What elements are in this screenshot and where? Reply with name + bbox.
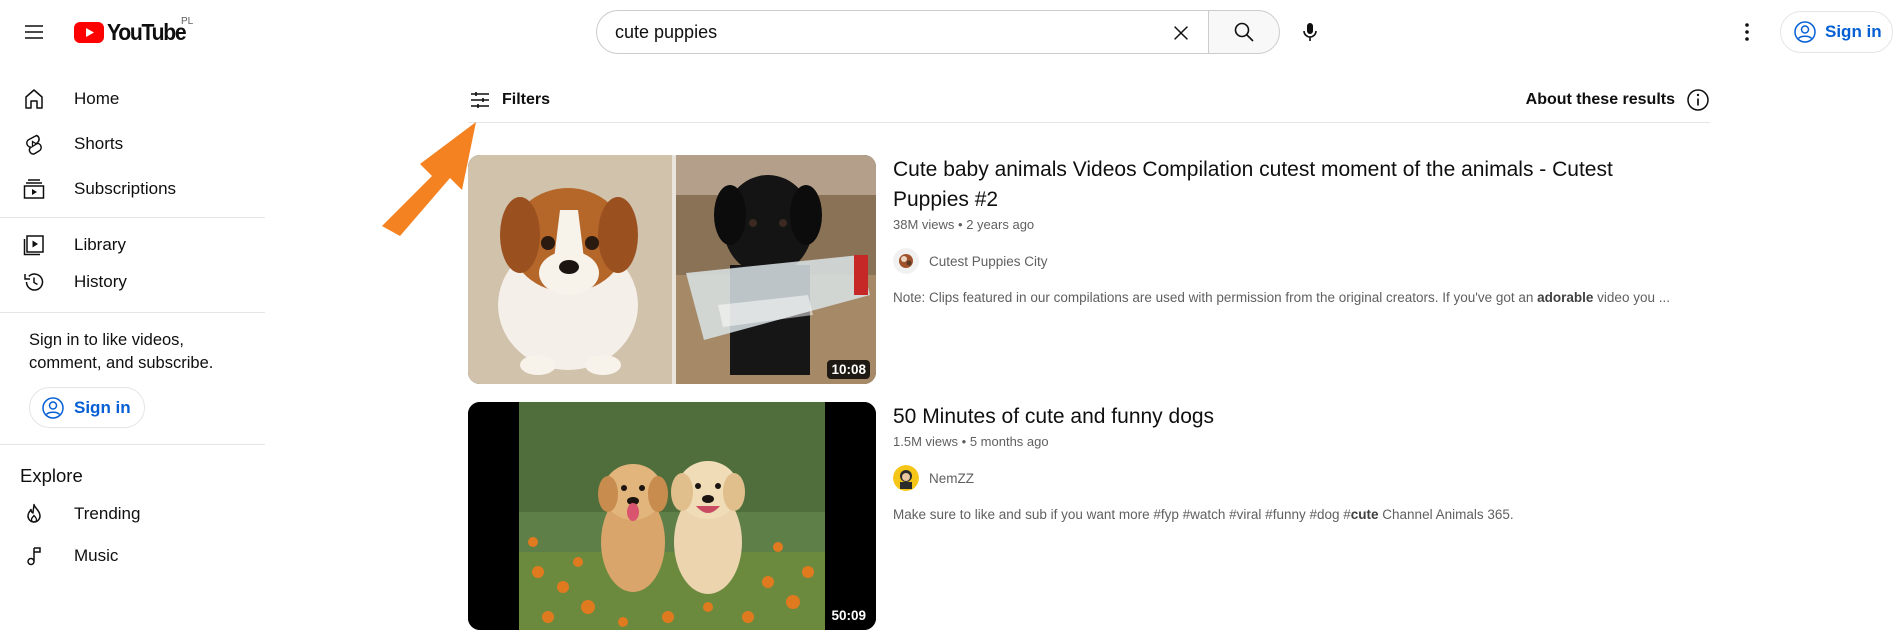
sidebar-item-trending[interactable]: Trending — [0, 491, 265, 536]
dot-separator: • — [958, 217, 967, 232]
history-icon — [20, 268, 48, 296]
published-time: 2 years ago — [966, 217, 1035, 232]
search-header: Filters About these results — [468, 80, 1710, 123]
dot-separator: • — [961, 434, 970, 449]
signin-prompt-text: Sign in to like videos, comment, and sub… — [29, 331, 214, 372]
video-title[interactable]: Cute baby animals Videos Compilation cut… — [893, 155, 1693, 215]
youtube-play-icon — [74, 21, 104, 43]
view-count: 38M views — [893, 217, 955, 232]
video-meta: 50 Minutes of cute and funny dogs 1.5M v… — [893, 402, 1693, 522]
video-duration: 10:08 — [827, 360, 870, 379]
description-text: video you ... — [1593, 290, 1670, 305]
subscriptions-icon — [20, 175, 48, 203]
voice-search-button[interactable] — [1290, 12, 1330, 52]
sidebar-item-label: History — [74, 271, 127, 291]
sidebar-item-library[interactable]: Library — [0, 226, 265, 263]
search-input[interactable] — [615, 21, 1135, 43]
sidebar-sign-in-button[interactable]: Sign in — [29, 387, 145, 428]
guide-menu-button[interactable] — [14, 12, 54, 52]
sidebar-item-label: Trending — [74, 503, 141, 523]
channel-link[interactable]: Cutest Puppies City — [893, 244, 1693, 278]
video-title[interactable]: 50 Minutes of cute and funny dogs — [893, 402, 1693, 432]
search-icon — [1234, 22, 1254, 42]
video-description: Note: Clips featured in our compilations… — [893, 290, 1693, 305]
close-icon — [1174, 26, 1188, 40]
more-vertical-icon — [1745, 23, 1749, 41]
logo-text: YouTube — [107, 18, 187, 45]
channel-avatar — [893, 248, 919, 274]
sidebar-item-music[interactable]: Music — [0, 536, 265, 576]
youtube-logo[interactable]: YouTube — [74, 18, 192, 46]
video-thumbnail[interactable]: 10:08 — [468, 155, 876, 384]
country-code: PL — [181, 16, 194, 27]
library-icon — [20, 231, 48, 259]
clear-search-button[interactable] — [1163, 15, 1199, 51]
about-results-label: About these results — [1525, 91, 1675, 108]
info-icon — [1687, 89, 1709, 111]
trending-icon — [20, 500, 48, 528]
settings-menu-button[interactable] — [1727, 12, 1767, 52]
about-results-button[interactable]: About these results — [1526, 88, 1710, 112]
video-description: Make sure to like and sub if you want mo… — [893, 507, 1693, 522]
thumbnail-image — [468, 155, 876, 384]
published-time: 5 months ago — [969, 434, 1049, 449]
account-circle-icon — [1794, 21, 1816, 43]
shorts-icon — [20, 130, 48, 158]
sidebar: Home Shorts Subscriptions Library Histor… — [0, 64, 265, 576]
sidebar-item-subscriptions[interactable]: Subscriptions — [0, 166, 265, 211]
filters-label: Filters — [502, 91, 551, 108]
channel-name: Cutest Puppies City — [929, 253, 1048, 269]
description-highlight: cute — [1350, 507, 1379, 522]
channel-name: NemZZ — [929, 470, 974, 486]
description-text: Note: Clips featured in our compilations… — [893, 290, 1538, 305]
masthead: YouTube PL Sign in — [0, 0, 1897, 64]
filters-button[interactable]: Filters — [468, 88, 550, 112]
sidebar-item-history[interactable]: History — [0, 263, 265, 300]
sidebar-item-label: Music — [74, 546, 119, 565]
video-meta: Cute baby animals Videos Compilation cut… — [893, 155, 1693, 305]
search-box — [596, 10, 1209, 54]
sidebar-item-shorts[interactable]: Shorts — [0, 121, 265, 166]
video-thumbnail[interactable]: 50:09 — [468, 402, 876, 630]
sidebar-item-label: Home — [74, 88, 120, 108]
sign-in-button[interactable]: Sign in — [1780, 11, 1893, 53]
filter-sliders-icon — [471, 92, 489, 108]
sign-in-label: Sign in — [1825, 22, 1882, 41]
sign-in-label: Sign in — [74, 397, 131, 417]
video-duration: 50:09 — [827, 606, 870, 625]
sidebar-item-home[interactable]: Home — [0, 76, 265, 121]
view-count: 1.5M views — [893, 434, 959, 449]
hamburger-icon — [25, 25, 43, 39]
music-icon — [20, 542, 48, 570]
account-circle-icon — [42, 396, 64, 419]
thumbnail-image — [468, 402, 876, 630]
sidebar-item-label: Subscriptions — [74, 178, 177, 198]
description-text: Make sure to like and sub if you want mo… — [893, 507, 1351, 522]
explore-section-title: Explore — [20, 465, 83, 486]
video-stats: 38M views • 2 years ago — [893, 217, 1693, 232]
description-highlight: adorable — [1537, 290, 1594, 305]
home-icon — [20, 85, 48, 113]
sidebar-item-label: Library — [74, 234, 126, 254]
description-text: Channel Animals 365. — [1378, 507, 1514, 522]
sidebar-item-label: Shorts — [74, 133, 124, 153]
microphone-icon — [1303, 23, 1317, 41]
video-stats: 1.5M views • 5 months ago — [893, 434, 1693, 449]
annotation-arrow-icon — [382, 122, 476, 236]
channel-avatar — [893, 465, 919, 491]
channel-link[interactable]: NemZZ — [893, 461, 1693, 495]
search-button[interactable] — [1208, 10, 1280, 54]
